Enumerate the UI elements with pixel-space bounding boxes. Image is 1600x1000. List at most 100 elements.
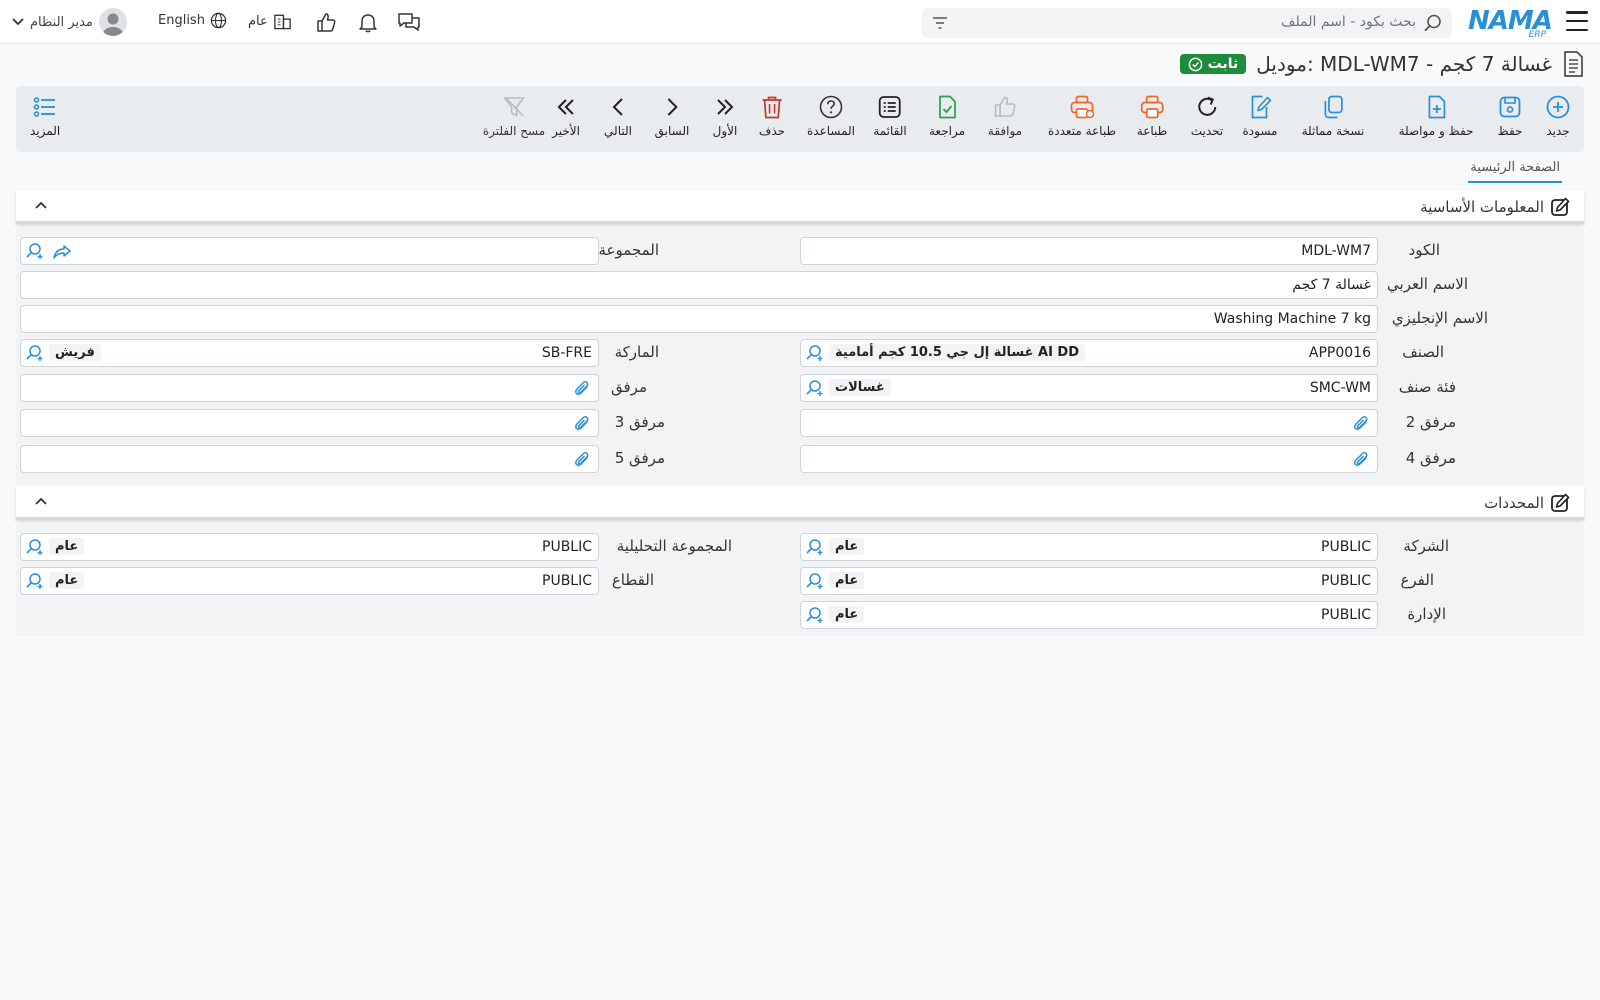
attachment5-field[interactable] — [20, 445, 599, 473]
double-chevron-right-icon — [717, 99, 734, 115]
delete-label: حذف — [758, 124, 786, 138]
item-field[interactable]: APP0016 غسالة إل جي 10.5 كجم أمامية AI D… — [800, 339, 1378, 367]
company-switch[interactable]: عام — [248, 12, 292, 30]
lookup-icon[interactable] — [805, 572, 823, 590]
print-label: طباعة — [1136, 124, 1168, 138]
building-icon — [274, 14, 291, 30]
code-field[interactable]: MDL-WM7 — [800, 237, 1378, 265]
brand-field[interactable]: SB-FRE فريش — [20, 339, 599, 367]
paperclip-icon[interactable] — [572, 379, 592, 399]
arabic-name-label: الاسم العربي — [1387, 275, 1468, 293]
branch-name-tag: عام — [829, 572, 865, 589]
save-icon — [1499, 96, 1521, 118]
lookup-icon[interactable] — [805, 538, 823, 556]
branch-label: الفرع — [1400, 571, 1434, 589]
search-placeholder: بحث بكود - اسم الملف — [1281, 14, 1416, 30]
search-box[interactable]: بحث بكود - اسم الملف — [922, 8, 1452, 38]
paperclip-icon[interactable] — [1351, 450, 1371, 470]
thumbs-up-icon — [994, 96, 1016, 117]
globe-icon — [210, 12, 227, 29]
clear-filter-button[interactable]: مسح الفلترة — [483, 94, 545, 138]
double-chevron-left-icon — [557, 99, 574, 115]
code-label: الكود — [1408, 241, 1440, 259]
approve-button[interactable]: موافقة — [988, 94, 1022, 138]
arabic-name-field[interactable]: غسالة 7 كجم — [20, 271, 1378, 299]
last-button[interactable]: الأخير — [552, 94, 580, 138]
attachment5-label: مرفق 5 — [614, 449, 665, 467]
list-label: القائمة — [873, 124, 907, 138]
group-field[interactable] — [20, 237, 599, 265]
branch-field[interactable]: PUBLIC عام — [800, 567, 1378, 595]
filter-icon[interactable] — [932, 16, 948, 30]
english-name-label: الاسم الإنجليزي — [1391, 309, 1488, 327]
page-header: موديل: MDL-WM7 - غسالة 7 كجم ثابت — [1179, 48, 1584, 80]
lookup-icon[interactable] — [805, 379, 823, 397]
item-name-tag: غسالة إل جي 10.5 كجم أمامية AI DD — [829, 344, 1086, 361]
approve-label: موافقة — [987, 124, 1023, 138]
dimensions-title-text: المحددات — [1484, 494, 1544, 512]
sector-field[interactable]: PUBLIC عام — [20, 567, 599, 595]
attachment3-field[interactable] — [20, 409, 599, 437]
lookup-icon[interactable] — [25, 242, 43, 260]
company-field[interactable]: PUBLIC عام — [800, 533, 1378, 561]
check-circle-icon — [1188, 57, 1203, 71]
multi-print-button[interactable]: طباعة متعددة — [1048, 94, 1116, 138]
menu-icon[interactable] — [1566, 11, 1588, 31]
basic-info-header[interactable]: المعلومات الأساسية — [16, 190, 1584, 224]
delete-button[interactable]: حذف — [759, 94, 785, 138]
attachment3-label: مرفق 3 — [614, 413, 665, 431]
duplicate-button[interactable]: نسخة مماثلة — [1302, 94, 1364, 138]
draft-button[interactable]: مسودة — [1242, 94, 1278, 138]
like-icon[interactable] — [313, 10, 339, 34]
brand-label: الماركة — [614, 343, 659, 361]
branch-code: PUBLIC — [1321, 573, 1371, 589]
paperclip-icon[interactable] — [572, 450, 592, 470]
lookup-icon[interactable] — [805, 344, 823, 362]
more-button[interactable]: المزيد — [30, 94, 60, 138]
previous-button[interactable]: السابق — [654, 94, 690, 138]
share-icon[interactable] — [53, 244, 71, 260]
first-button[interactable]: الأول — [712, 94, 738, 138]
paperclip-icon[interactable] — [572, 414, 592, 434]
chevron-up-icon[interactable] — [34, 494, 48, 508]
refresh-button[interactable]: تحديث — [1191, 94, 1223, 138]
next-button[interactable]: التالي — [604, 94, 632, 138]
save-continue-label: حفظ و مواصلة — [1398, 124, 1474, 138]
sector-code: PUBLIC — [542, 573, 592, 589]
help-button[interactable]: المساعدة — [807, 94, 855, 138]
draft-label: مسودة — [1242, 124, 1278, 138]
save-button[interactable]: حفظ — [1497, 94, 1523, 138]
list-button[interactable]: القائمة — [873, 94, 907, 138]
page-title: موديل: MDL-WM7 - غسالة 7 كجم — [1256, 52, 1552, 76]
tab-main[interactable]: الصفحة الرئيسية — [1468, 160, 1562, 183]
language-switch[interactable]: English — [158, 12, 227, 29]
logo: NAMA ERP — [1468, 4, 1553, 40]
chat-icon[interactable] — [396, 10, 422, 34]
analytic-group-field[interactable]: PUBLIC عام — [20, 533, 599, 561]
dimensions-header[interactable]: المحددات — [16, 486, 1584, 520]
printer-multi-icon — [1070, 95, 1095, 119]
attachment-field[interactable] — [20, 374, 599, 402]
lookup-icon[interactable] — [25, 572, 43, 590]
department-field[interactable]: PUBLIC عام — [800, 601, 1378, 629]
attachment2-field[interactable] — [800, 409, 1378, 437]
attachment4-field[interactable] — [800, 445, 1378, 473]
previous-label: السابق — [654, 124, 690, 138]
print-button[interactable]: طباعة — [1137, 94, 1167, 138]
lookup-icon[interactable] — [25, 344, 43, 362]
lookup-icon[interactable] — [25, 538, 43, 556]
english-name-field[interactable]: Washing Machine 7 kg — [20, 305, 1378, 333]
save-continue-button[interactable]: حفظ و مواصلة — [1398, 94, 1474, 138]
paperclip-icon[interactable] — [1351, 414, 1371, 434]
review-label: مراجعة — [928, 124, 966, 138]
new-button[interactable]: جديد — [1545, 94, 1571, 138]
user-menu[interactable]: مدير النظام — [12, 8, 127, 36]
bell-icon[interactable] — [355, 10, 381, 34]
plus-circle-icon — [1546, 95, 1570, 119]
review-button[interactable]: مراجعة — [929, 94, 965, 138]
item-category-field[interactable]: SMC-WM غسالات — [800, 374, 1378, 402]
lookup-icon[interactable] — [805, 606, 823, 624]
item-label: الصنف — [1402, 343, 1444, 361]
file-check-icon — [939, 95, 956, 119]
chevron-up-icon[interactable] — [34, 198, 48, 212]
